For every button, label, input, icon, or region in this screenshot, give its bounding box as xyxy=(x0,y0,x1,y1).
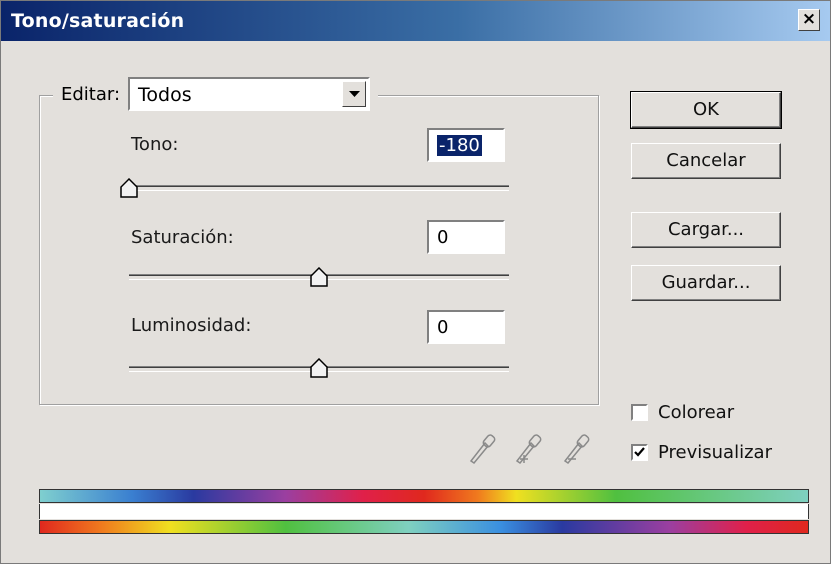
hue-slider-track[interactable] xyxy=(129,185,509,191)
hue-saturation-dialog: Tono/saturación × Editar: Todos Tono: -1… xyxy=(0,0,831,564)
eyedropper-icon[interactable] xyxy=(467,429,499,465)
saturation-slider-thumb[interactable] xyxy=(309,267,329,287)
saturation-label: Saturación: xyxy=(131,227,234,248)
colorize-checkbox[interactable] xyxy=(631,404,648,421)
output-color-bar xyxy=(39,520,809,534)
edit-select-value: Todos xyxy=(138,84,192,106)
close-button[interactable]: × xyxy=(798,9,820,31)
ok-button[interactable]: OK xyxy=(630,91,782,129)
preview-checkbox[interactable] xyxy=(631,444,648,461)
input-color-bar xyxy=(39,489,809,503)
dialog-title: Tono/saturación xyxy=(11,10,185,32)
lightness-input-value: 0 xyxy=(437,317,449,338)
lightness-slider-thumb[interactable] xyxy=(309,358,329,378)
cancel-button[interactable]: Cancelar xyxy=(631,143,781,179)
saturation-input-value: 0 xyxy=(437,227,449,248)
preview-option[interactable]: Previsualizar xyxy=(631,442,772,463)
hue-input-value: -180 xyxy=(437,135,482,156)
eyedropper-minus-icon[interactable] xyxy=(561,429,593,465)
hue-label: Tono: xyxy=(131,134,179,155)
check-icon xyxy=(634,447,645,457)
hue-input[interactable]: -180 xyxy=(427,128,505,162)
load-button[interactable]: Cargar... xyxy=(631,212,781,248)
eyedropper-plus-icon[interactable] xyxy=(513,429,545,465)
edit-select[interactable]: Todos xyxy=(128,77,371,111)
colorize-label: Colorear xyxy=(658,402,735,423)
saturation-input[interactable]: 0 xyxy=(427,220,505,254)
close-icon: × xyxy=(801,9,817,29)
colorize-option[interactable]: Colorear xyxy=(631,402,734,423)
edit-row: Editar: Todos xyxy=(53,75,379,113)
lightness-input[interactable]: 0 xyxy=(427,310,505,344)
lightness-label: Luminosidad: xyxy=(131,315,252,336)
chevron-down-icon[interactable] xyxy=(342,81,367,107)
edit-label: Editar: xyxy=(61,83,121,105)
save-button[interactable]: Guardar... xyxy=(631,265,781,301)
title-bar: Tono/saturación × xyxy=(1,1,830,41)
preview-label: Previsualizar xyxy=(658,442,772,463)
hue-slider-thumb[interactable] xyxy=(119,178,139,198)
color-bar-gap xyxy=(39,504,809,519)
